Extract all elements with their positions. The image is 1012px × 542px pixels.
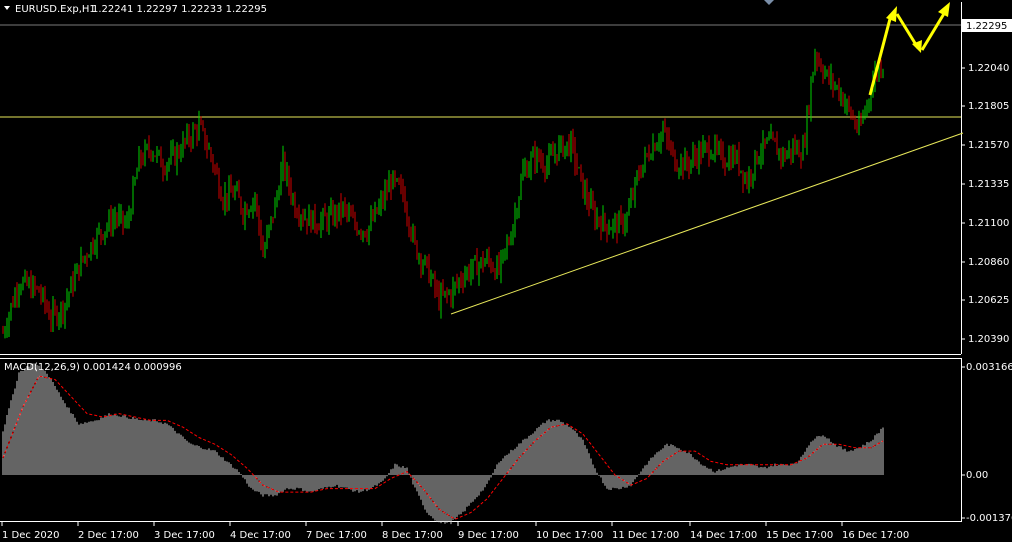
time-tick-label: 16 Dec 17:00 [842, 530, 909, 541]
time-tick-label: 15 Dec 17:00 [766, 530, 833, 541]
price-tick-label: 1.20390 [968, 334, 1009, 345]
macd-tick-label: -0.001376 [966, 513, 1012, 524]
price-axis: 1.22295 1.22040 1.21805 1.21570 1.21335 … [961, 19, 1012, 345]
time-tick-label: 9 Dec 17:00 [458, 530, 519, 541]
time-tick-label: 11 Dec 17:00 [612, 530, 679, 541]
ohlc-label: 1.22241 1.22297 1.22233 1.22295 [92, 4, 267, 15]
time-tick-label: 2 Dec 17:00 [78, 530, 139, 541]
macd-label: MACD(12,26,9) 0.001424 0.000996 [4, 362, 182, 373]
time-tick-label: 3 Dec 17:00 [154, 530, 215, 541]
time-tick-label: 7 Dec 17:00 [306, 530, 367, 541]
macd-tick-label: 0.00 [966, 470, 988, 481]
price-tick-label: 1.21335 [968, 179, 1009, 190]
time-tick-label: 8 Dec 17:00 [382, 530, 443, 541]
time-tick-label: 14 Dec 17:00 [690, 530, 757, 541]
background [0, 0, 1012, 542]
time-tick-label: 4 Dec 17:00 [230, 530, 291, 541]
time-tick-label: 10 Dec 17:00 [536, 530, 603, 541]
price-tick-label: 1.21100 [968, 218, 1009, 229]
price-tick-label: 1.20625 [968, 295, 1009, 306]
price-tick-label: 1.22040 [968, 63, 1009, 74]
price-tick-label: 1.21805 [968, 101, 1009, 112]
chart-root: EURUSD.Exp,H1 1.22241 1.22297 1.22233 1.… [0, 0, 1012, 542]
macd-tick-label: 0.003166 [966, 362, 1012, 373]
price-tick-label: 1.22295 [966, 21, 1007, 32]
symbol-label: EURUSD.Exp,H1 [15, 4, 96, 15]
price-tick-label: 1.20860 [968, 257, 1009, 268]
time-tick-label: 1 Dec 2020 [2, 530, 60, 541]
price-tick-label: 1.21570 [968, 140, 1009, 151]
